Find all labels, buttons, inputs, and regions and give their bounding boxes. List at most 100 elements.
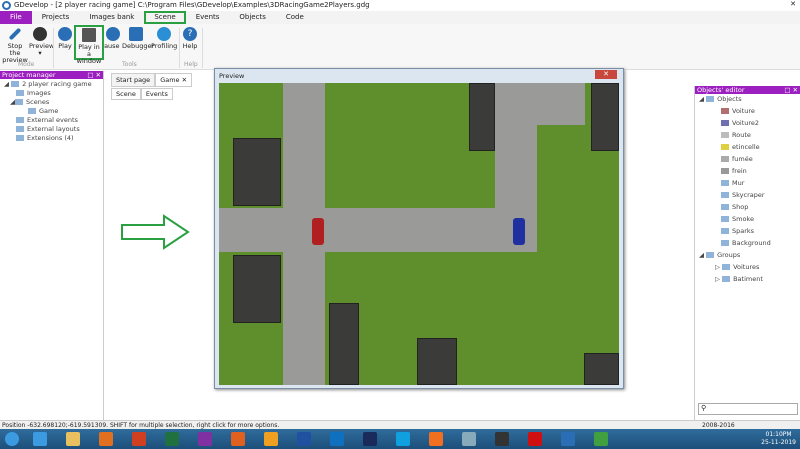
nsfq-icon[interactable] [495,432,509,446]
skype-icon[interactable] [396,432,410,446]
label: Groups [717,251,741,259]
label: Skycraper [732,191,765,199]
tree-groups[interactable]: ◢ Groups [699,251,800,263]
project-manager-panel: Project manager □ ✕ ◢ 2 player racing gam… [0,71,104,420]
stop-preview-button[interactable]: Stop the preview [2,27,28,64]
start-button[interactable] [5,432,19,446]
tab-events[interactable]: Events [140,88,173,100]
object-item[interactable]: Voiture [699,107,800,119]
gdevelop-icon[interactable] [561,432,575,446]
group-mode-label: Mode [18,61,35,68]
label: Profiling [151,42,178,50]
group-item[interactable]: ▷ Voitures [699,263,800,275]
object-icon [721,132,729,138]
divider [53,28,54,68]
label: fumée [732,155,753,163]
group-item[interactable]: ▷ Batiment [699,275,800,287]
menu-scene[interactable]: Scene [144,11,186,24]
label: Extensions (4) [27,134,74,142]
building [329,303,359,385]
object-icon [721,120,729,126]
label: External layouts [27,125,80,133]
menu-code[interactable]: Code [276,11,314,24]
label: Play [58,42,72,50]
label: etincelle [732,143,760,151]
menu-projects[interactable]: Projects [32,11,80,24]
preview-window: Preview ✕ [214,68,624,389]
tree-project[interactable]: ◢ 2 player racing game [4,80,103,89]
pencil-icon [8,27,22,41]
object-item[interactable]: Skycraper [699,191,800,203]
object-item[interactable]: Mur [699,179,800,191]
profiling-button[interactable]: Profiling [151,27,177,50]
opera-icon[interactable] [528,432,542,446]
object-item[interactable]: Sparks [699,227,800,239]
tab-scene[interactable]: Scene [111,88,141,100]
object-item[interactable]: Smoke [699,215,800,227]
tree-scenes[interactable]: ◢ Scenes [4,98,103,107]
label: Smoke [732,215,754,223]
tree-external-layouts[interactable]: External layouts [4,125,103,134]
close-icon[interactable]: ✕ [182,76,187,84]
photoshop-icon[interactable] [363,432,377,446]
object-icon [721,240,729,246]
menu-file[interactable]: File [0,11,32,24]
chrome-icon[interactable] [594,432,608,446]
group-help-label: Help [184,61,198,68]
tab-game[interactable]: Game ✕ [155,73,193,87]
clock-date: 25-11-2019 [761,439,796,446]
play-in-window-button[interactable]: Play in a window [74,25,104,65]
search-input[interactable]: ⚲ [698,403,798,415]
tab-start-page[interactable]: Start page [111,73,156,87]
outlook-icon[interactable] [330,432,344,446]
media-icon[interactable] [99,432,113,446]
object-item[interactable]: Shop [699,203,800,215]
label: Sparks [732,227,755,235]
xampp-icon[interactable] [429,432,443,446]
object-item[interactable]: etincelle [699,143,800,155]
building [469,83,495,151]
app-icon[interactable] [462,432,476,446]
label: Voiture2 [732,119,760,127]
word-icon[interactable] [297,432,311,446]
debugger-button[interactable]: Debugger [122,27,154,50]
object-icon [721,204,729,210]
tree-images[interactable]: Images [4,89,103,98]
object-item[interactable]: Voiture2 [699,119,800,131]
close-icon[interactable]: □ ✕ [784,86,798,94]
menu-events[interactable]: Events [186,11,230,24]
pause-button[interactable]: Pause [104,27,122,50]
object-item[interactable]: Route [699,131,800,143]
panel-header: Project manager □ ✕ [0,71,103,79]
firefox-icon[interactable] [231,432,245,446]
tree-extensions[interactable]: Extensions (4) [4,134,103,143]
panel-title: Project manager [2,71,56,79]
tree-objects[interactable]: ◢ Objects [699,95,800,107]
object-item[interactable]: Background [699,239,800,251]
sublime-icon[interactable] [264,432,278,446]
menu-objects[interactable]: Objects [229,11,275,24]
group-tools-label: Tools [122,61,137,68]
explorer-icon[interactable] [66,432,80,446]
close-icon[interactable]: □ ✕ [87,71,101,79]
object-icon [721,180,729,186]
game-canvas[interactable] [219,83,619,385]
onenote-icon[interactable] [198,432,212,446]
tree-external-events[interactable]: External events [4,116,103,125]
close-button[interactable]: ✕ [595,70,617,79]
tree-scene-game[interactable]: Game [4,107,103,116]
menu-images-bank[interactable]: Images bank [79,11,144,24]
play-button[interactable]: Play [57,27,73,50]
excel-icon[interactable] [165,432,179,446]
preview-title: Preview [219,72,245,80]
powerpoint-icon[interactable] [132,432,146,446]
help-icon: ? [183,27,197,41]
object-item[interactable]: frein [699,167,800,179]
close-icon[interactable]: ✕ [790,0,796,8]
object-item[interactable]: fumée [699,155,800,167]
help-button[interactable]: ? Help [181,27,199,50]
building [233,255,281,323]
ie-icon[interactable] [33,432,47,446]
label: Preview [29,42,55,50]
preview-button[interactable]: Preview ▾ [29,27,55,57]
